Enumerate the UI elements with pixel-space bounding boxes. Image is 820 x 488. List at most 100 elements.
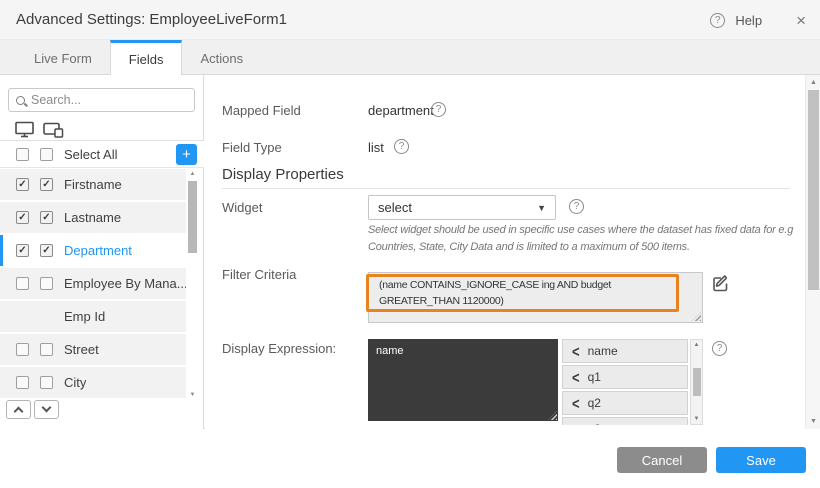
filter-criteria-textarea[interactable]: (name CONTAINS_IGNORE_CASE ing AND budge… bbox=[368, 272, 703, 323]
web-checkbox[interactable] bbox=[16, 343, 29, 356]
edit-icon[interactable] bbox=[712, 274, 730, 292]
field-row[interactable]: ✓ ✓ Firstname bbox=[0, 169, 186, 200]
field-type-help-icon[interactable]: ? bbox=[394, 139, 409, 154]
main-scrollbar-thumb[interactable] bbox=[808, 90, 819, 290]
expression-scrollbar-thumb[interactable] bbox=[693, 368, 701, 396]
sidebar-scrollbar-thumb[interactable] bbox=[188, 181, 197, 253]
filter-criteria-label: Filter Criteria bbox=[222, 267, 296, 282]
help-link[interactable]: Help bbox=[735, 13, 762, 28]
field-label: Street bbox=[64, 342, 99, 357]
mobile-checkbox[interactable]: ✓ bbox=[40, 178, 53, 191]
advanced-settings-dialog: Advanced Settings: EmployeeLiveForm1 ? H… bbox=[0, 0, 820, 488]
section-divider bbox=[222, 188, 790, 189]
scroll-up-icon[interactable]: ▲ bbox=[691, 342, 702, 348]
help-icon[interactable]: ? bbox=[710, 13, 725, 28]
tab-bar: Live Form Fields Actions bbox=[0, 40, 820, 75]
widget-help-icon[interactable]: ? bbox=[569, 199, 584, 214]
chevron-down-icon bbox=[42, 403, 52, 413]
web-checkbox[interactable]: ✓ bbox=[16, 244, 29, 257]
field-label: Emp Id bbox=[64, 309, 105, 324]
scroll-down-icon[interactable]: ▼ bbox=[806, 418, 820, 425]
display-expression-value: name bbox=[376, 345, 404, 357]
widget-select-value: select bbox=[378, 200, 537, 215]
field-label: Firstname bbox=[64, 177, 122, 192]
save-button[interactable]: Save bbox=[716, 447, 806, 473]
field-row[interactable]: City bbox=[0, 367, 186, 398]
field-settings-panel: Mapped Field department ? Field Type lis… bbox=[205, 75, 805, 429]
sidebar-scrollbar: ▲ ▼ bbox=[187, 169, 198, 400]
mobile-icon[interactable] bbox=[43, 121, 64, 138]
display-expression-label: Display Expression: bbox=[222, 341, 336, 356]
add-field-button[interactable]: + bbox=[176, 144, 197, 165]
web-checkbox[interactable] bbox=[16, 277, 29, 290]
chevron-left-icon: < bbox=[572, 420, 580, 425]
desktop-icon[interactable] bbox=[15, 121, 34, 138]
field-row[interactable]: Employee By Mana... bbox=[0, 268, 186, 299]
search-box bbox=[8, 88, 195, 112]
dialog-footer: Cancel Save bbox=[0, 429, 820, 488]
expression-field-item[interactable]: < q1 bbox=[562, 365, 688, 389]
expression-field-label: name bbox=[588, 344, 618, 358]
scroll-down-icon[interactable]: ▼ bbox=[691, 416, 702, 422]
chevron-up-icon bbox=[14, 407, 24, 417]
field-row[interactable]: ✓ ✓ Lastname bbox=[0, 202, 186, 233]
tab-actions[interactable]: Actions bbox=[182, 40, 261, 74]
mobile-checkbox[interactable]: ✓ bbox=[40, 244, 53, 257]
mapped-field-help-icon[interactable]: ? bbox=[431, 102, 446, 117]
mapped-field-label: Mapped Field bbox=[222, 103, 301, 118]
resize-grip-icon[interactable] bbox=[548, 411, 557, 420]
dialog-title: Advanced Settings: EmployeeLiveForm1 bbox=[16, 0, 287, 40]
select-all-row: Select All + bbox=[0, 141, 204, 168]
reorder-controls bbox=[6, 400, 59, 419]
chevron-left-icon: < bbox=[572, 368, 580, 386]
web-checkbox[interactable]: ✓ bbox=[16, 178, 29, 191]
web-checkbox[interactable]: ✓ bbox=[16, 211, 29, 224]
widget-select[interactable]: select ▼ bbox=[368, 195, 556, 220]
scroll-up-icon[interactable]: ▲ bbox=[187, 171, 198, 177]
resize-grip-icon[interactable] bbox=[692, 312, 701, 321]
display-properties-heading: Display Properties bbox=[222, 166, 344, 183]
expression-fields-list: < name < q1 < q2 < q3 ▲ ▼ bbox=[562, 339, 703, 425]
select-all-label: Select All bbox=[64, 147, 117, 162]
cancel-button[interactable]: Cancel bbox=[617, 447, 707, 473]
expression-field-item[interactable]: < q2 bbox=[562, 391, 688, 415]
chevron-left-icon: < bbox=[572, 394, 580, 412]
mobile-checkbox[interactable]: ✓ bbox=[40, 211, 53, 224]
expression-fields-items: < name < q1 < q2 < q3 bbox=[562, 339, 703, 425]
select-all-web-checkbox[interactable] bbox=[16, 148, 29, 161]
field-type-value: list bbox=[368, 140, 384, 155]
mapped-field-value: department bbox=[368, 103, 434, 118]
expression-fields-scrollbar: ▲ ▼ bbox=[690, 339, 703, 425]
move-down-button[interactable] bbox=[34, 400, 59, 419]
field-list: ✓ ✓ Firstname ✓ ✓ Lastname ✓ ✓ Departmen… bbox=[0, 169, 186, 400]
search-input[interactable] bbox=[31, 93, 192, 107]
scroll-up-icon[interactable]: ▲ bbox=[806, 79, 820, 86]
chevron-left-icon: < bbox=[572, 342, 580, 360]
move-up-button[interactable] bbox=[6, 400, 31, 419]
mobile-checkbox[interactable] bbox=[40, 277, 53, 290]
tab-live-form[interactable]: Live Form bbox=[16, 40, 110, 74]
display-expression-help-icon[interactable]: ? bbox=[712, 341, 727, 356]
expression-field-label: q1 bbox=[588, 370, 601, 384]
search-icon bbox=[16, 96, 25, 105]
close-icon[interactable]: × bbox=[796, 12, 806, 29]
field-row[interactable]: Emp Id bbox=[0, 301, 186, 332]
field-label: Lastname bbox=[64, 210, 121, 225]
chevron-down-icon: ▼ bbox=[537, 203, 546, 213]
widget-helper-text: Select widget should be used in specific… bbox=[368, 222, 818, 256]
field-row[interactable]: ✓ ✓ Department bbox=[0, 235, 186, 266]
tab-fields[interactable]: Fields bbox=[110, 40, 183, 75]
device-filter-row bbox=[0, 118, 204, 141]
select-all-mobile-checkbox[interactable] bbox=[40, 148, 53, 161]
widget-label: Widget bbox=[222, 200, 262, 215]
display-expression-editor[interactable]: name bbox=[368, 339, 558, 421]
fields-sidebar: Select All + ✓ ✓ Firstname ✓ ✓ Lastname … bbox=[0, 75, 204, 429]
field-row[interactable]: Street bbox=[0, 334, 186, 365]
expression-field-item[interactable]: < name bbox=[562, 339, 688, 363]
web-checkbox[interactable] bbox=[16, 376, 29, 389]
field-label: City bbox=[64, 375, 86, 390]
mobile-checkbox[interactable] bbox=[40, 343, 53, 356]
mobile-checkbox[interactable] bbox=[40, 376, 53, 389]
expression-field-item[interactable]: < q3 bbox=[562, 417, 688, 425]
scroll-down-icon[interactable]: ▼ bbox=[187, 392, 198, 398]
